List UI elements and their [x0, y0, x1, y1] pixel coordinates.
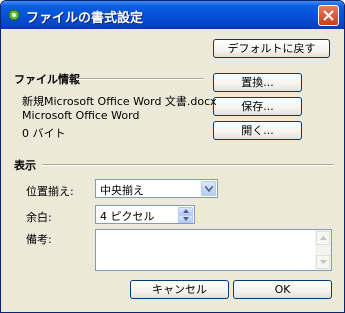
display-divider	[42, 164, 334, 166]
ok-button[interactable]: OK	[233, 280, 332, 299]
scroll-down-button[interactable]	[316, 255, 330, 269]
note-textarea[interactable]	[95, 229, 332, 271]
gear-app-icon	[6, 7, 22, 23]
file-size: 0 バイト	[22, 127, 66, 140]
arrow-down-icon	[183, 217, 189, 221]
replace-button[interactable]: 置換...	[213, 73, 302, 92]
alignment-value: 中央揃え	[100, 184, 144, 197]
margin-spinner[interactable]: 4 ピクセル	[95, 205, 195, 224]
file-name: 新規Microsoft Office Word 文書.docx	[22, 95, 217, 108]
spin-up-button[interactable]	[178, 207, 193, 215]
cancel-button[interactable]: キャンセル	[130, 280, 229, 299]
file-info-divider	[76, 78, 204, 80]
note-scrollbar[interactable]	[315, 230, 331, 270]
dropdown-arrow-button[interactable]	[201, 181, 216, 196]
open-button[interactable]: 開く...	[213, 121, 302, 140]
margin-label: 余白:	[26, 211, 52, 224]
dialog-window: ファイルの書式設定 デフォルトに戻す ファイル情報 置換... 保存... 開く…	[0, 0, 345, 313]
margin-value: 4 ピクセル	[100, 210, 155, 223]
title-bar[interactable]: ファイルの書式設定	[1, 1, 344, 29]
reset-default-button[interactable]: デフォルトに戻す	[213, 39, 330, 58]
note-label: 備考:	[26, 233, 52, 246]
arrow-down-icon	[320, 260, 327, 264]
save-button[interactable]: 保存...	[213, 97, 302, 116]
close-icon	[323, 10, 334, 21]
spin-down-button[interactable]	[178, 215, 193, 223]
chevron-down-icon	[205, 186, 213, 192]
alignment-select[interactable]: 中央揃え	[95, 179, 218, 198]
alignment-label: 位置揃え:	[26, 185, 74, 198]
close-button[interactable]	[318, 5, 339, 26]
arrow-up-icon	[320, 236, 327, 240]
file-type: Microsoft Office Word	[22, 109, 140, 122]
scroll-up-button[interactable]	[316, 231, 330, 245]
display-heading: 表示	[14, 159, 36, 172]
file-info-heading: ファイル情報	[14, 73, 80, 86]
window-title: ファイルの書式設定	[26, 11, 144, 26]
dialog-body: デフォルトに戻す ファイル情報 置換... 保存... 開く... 新規Micr…	[4, 29, 341, 311]
arrow-up-icon	[183, 209, 189, 213]
